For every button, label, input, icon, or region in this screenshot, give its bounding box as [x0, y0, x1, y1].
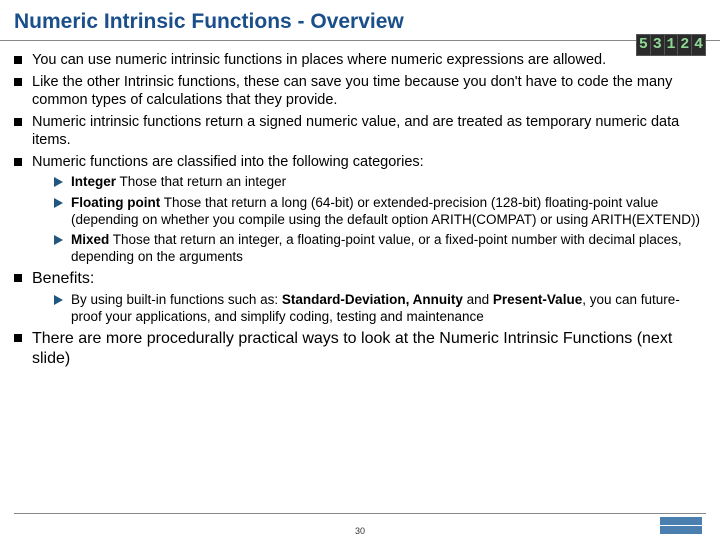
category-name: Integer	[71, 174, 116, 189]
bullet-text: Numeric functions are classified into th…	[32, 154, 424, 170]
category-item: Integer Those that return an integer	[54, 173, 706, 190]
category-item: Mixed Those that return an integer, a fl…	[54, 231, 706, 266]
bullet: You can use numeric intrinsic functions …	[14, 51, 706, 70]
benefit-item: By using built-in functions such as: Sta…	[54, 291, 706, 326]
bullet: Numeric functions are classified into th…	[14, 153, 706, 266]
bullet-benefits: Benefits: By using built-in functions su…	[14, 269, 706, 326]
benefits-label: Benefits:	[32, 270, 94, 287]
page-number: 30	[0, 526, 720, 536]
category-desc: Those that return a long (64-bit) or ext…	[71, 195, 700, 227]
benefit-mid: and	[463, 292, 493, 307]
bullet-more: There are more procedurally practical wa…	[14, 329, 706, 370]
slide-title: Numeric Intrinsic Functions - Overview	[0, 0, 720, 41]
category-desc: Those that return an integer	[116, 174, 286, 189]
category-name: Mixed	[71, 232, 109, 247]
benefit-fn: Standard-Deviation, Annuity	[282, 292, 463, 307]
category-list: Integer Those that return an integer Flo…	[32, 173, 706, 265]
bullet: Like the other Intrinsic functions, thes…	[14, 73, 706, 110]
benefits-list: By using built-in functions such as: Sta…	[32, 291, 706, 326]
footer-divider	[14, 513, 706, 514]
main-list: You can use numeric intrinsic functions …	[14, 51, 706, 370]
benefit-pre: By using built-in functions such as:	[71, 292, 282, 307]
category-item: Floating point Those that return a long …	[54, 194, 706, 229]
benefit-fn: Present-Value	[493, 292, 582, 307]
category-desc: Those that return an integer, a floating…	[71, 232, 682, 264]
ibm-logo-icon	[660, 517, 702, 534]
category-name: Floating point	[71, 195, 160, 210]
bullet: Numeric intrinsic functions return a sig…	[14, 113, 706, 150]
slide-body: You can use numeric intrinsic functions …	[0, 41, 720, 370]
